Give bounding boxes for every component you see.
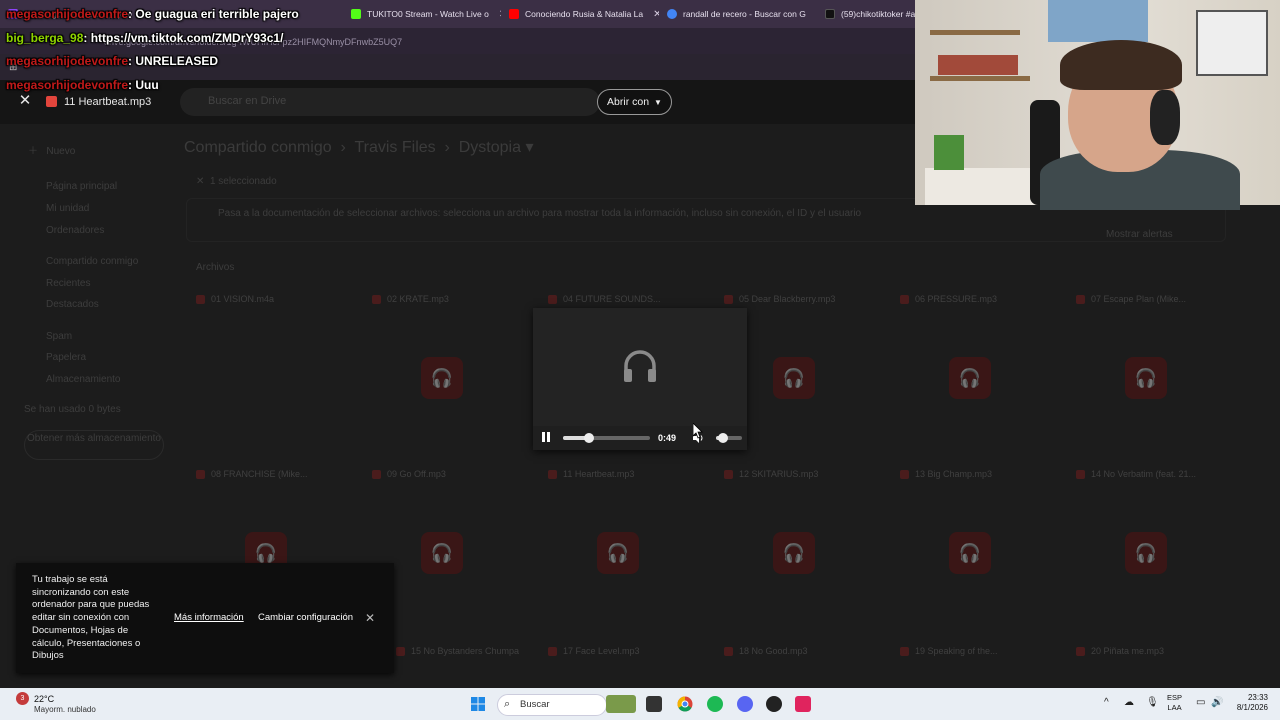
sidebar-item-spam: Spam: [46, 331, 73, 342]
volume-tray-icon[interactable]: 🔊: [1211, 697, 1223, 708]
audio-thumbnail-icon: 🎧: [1125, 357, 1167, 399]
poster: [1048, 0, 1148, 42]
audio-thumbnail-icon: 🎧: [421, 532, 463, 574]
tray-overflow-icon[interactable]: ^: [1104, 697, 1109, 708]
get-storage-button: Obtener más almacenamiento: [24, 430, 164, 460]
search-highlight-icon[interactable]: [606, 695, 636, 713]
audio-thumbnail-icon: 🎧: [597, 532, 639, 574]
new-button: ＋ Nuevo: [28, 146, 76, 157]
file-item: 15 No Bystanders Chumpa: [396, 640, 546, 662]
chat-message: big_berga_98: https://vm.tiktok.com/ZMDr…: [6, 31, 284, 45]
sidebar-item-storage: Almacenamiento: [46, 374, 121, 385]
browser-tab[interactable]: Conociendo Rusia & Natalia La ✕: [501, 0, 659, 28]
chrome-icon[interactable]: [677, 696, 693, 712]
weather-icon[interactable]: 3: [16, 692, 29, 705]
file-item: 01 VISION.m4a: [196, 288, 346, 310]
audio-thumbnail-icon: 🎧: [949, 532, 991, 574]
caret-down-icon: ▼: [654, 97, 662, 107]
browser-tab[interactable]: (59)chikotiktoker #an: [817, 0, 915, 28]
kick-icon: [351, 9, 361, 19]
display-icon[interactable]: ▭: [1196, 697, 1205, 708]
change-settings-button[interactable]: Cambiar configuración: [258, 612, 353, 623]
browser-tab[interactable]: TUKITO0 Stream - Watch Live o✕: [343, 0, 501, 28]
sidebar-item-starred: Destacados: [46, 299, 99, 310]
mouse-cursor-icon: [693, 423, 703, 439]
person-hair: [1060, 40, 1182, 90]
microphone-icon[interactable]: 🎙: [1146, 697, 1159, 708]
spotify-icon[interactable]: [707, 696, 723, 712]
file-item: 14 No Verbatim (feat. 21...: [1076, 463, 1226, 485]
drawing-frame: [1196, 10, 1268, 76]
file-item: 06 PRESSURE.mp3: [900, 288, 1050, 310]
obs-icon[interactable]: [766, 696, 782, 712]
viewer-filename: 11 Heartbeat.mp3: [64, 96, 152, 108]
sidebar-item-trash: Papelera: [46, 352, 87, 363]
file-item: 19 Speaking of the...: [900, 640, 1050, 662]
cloud-icon[interactable]: ☁: [1124, 697, 1134, 708]
weather-temperature[interactable]: 22°C: [34, 694, 54, 704]
sidebar-item-recent: Recientes: [46, 278, 91, 289]
windows-taskbar: [0, 688, 1280, 720]
file-item: 02 KRATE.mp3: [372, 288, 522, 310]
file-item: 13 Big Champ.mp3: [900, 463, 1050, 485]
file-item: 20 Piñata me.mp3: [1076, 640, 1226, 662]
chat-message: megasorhijodevonfre: Uuu: [6, 78, 159, 92]
file-item: 04 FUTURE SOUNDS...: [548, 288, 698, 310]
snackbar-message: Tu trabajo se está sincronizando con est…: [32, 574, 150, 662]
browser-tab[interactable]: randall de recero - Buscar con G✕: [659, 0, 817, 28]
audio-file-icon: [46, 96, 57, 107]
creeper-figure: [934, 135, 964, 170]
google-icon: [667, 9, 677, 19]
breadcrumb: Compartido conmigo › Travis Files › Dyst…: [184, 139, 534, 156]
file-item: 18 No Good.mp3: [724, 640, 874, 662]
notice-action: Mostrar alertas: [1106, 229, 1173, 240]
desk: [925, 168, 1035, 205]
windows-start-icon[interactable]: [470, 696, 486, 712]
audio-thumbnail-icon: 🎧: [1125, 532, 1167, 574]
close-viewer-icon[interactable]: ✕: [17, 93, 33, 109]
file-item: 12 SKITARIUS.mp3: [724, 463, 874, 485]
language-indicator[interactable]: ESP LAA: [1167, 693, 1182, 713]
storage-used: Se han usado 0 bytes: [24, 404, 121, 415]
close-snackbar-icon[interactable]: ✕: [365, 611, 375, 625]
search-icon: ⌕: [504, 698, 511, 710]
more-info-link[interactable]: Más información: [174, 612, 244, 623]
drive-search-input: Buscar en Drive: [180, 88, 600, 116]
file-item: 05 Dear Blackberry.mp3: [724, 288, 874, 310]
tiktok-icon: [825, 9, 835, 19]
open-with-button[interactable]: Abrir con ▼: [597, 89, 672, 115]
pause-button[interactable]: [540, 431, 552, 444]
headphones-icon: [624, 350, 656, 382]
sidebar-item-home: Página principal: [46, 181, 118, 192]
file-item: 08 FRANCHISE (Mike...: [196, 463, 346, 485]
shelf-items: [938, 55, 1018, 75]
file-explorer-icon[interactable]: [646, 696, 662, 712]
discord-icon[interactable]: [737, 696, 753, 712]
sidebar-item-computers: Ordenadores: [46, 225, 105, 236]
audio-thumbnail-icon: 🎧: [949, 357, 991, 399]
file-item: 09 Go Off.mp3: [372, 463, 522, 485]
elapsed-time: 0:49: [658, 433, 677, 443]
audio-thumbnail-icon: 🎧: [773, 357, 815, 399]
shelf: [930, 76, 1030, 81]
youtube-icon: [509, 9, 519, 19]
chat-message: megasorhijodevonfre: UNRELEASED: [6, 54, 219, 68]
tiktok-app-icon[interactable]: [795, 696, 811, 712]
shelf: [930, 30, 1020, 35]
chat-message: megasorhijodevonfre: Oe guagua eri terri…: [6, 7, 299, 21]
notice-text: Pasa a la documentación de seleccionar a…: [218, 208, 862, 219]
headset: [1150, 90, 1180, 145]
audio-thumbnail-icon: 🎧: [773, 532, 815, 574]
taskbar-search[interactable]: ⌕ Buscar: [497, 694, 607, 716]
weather-description[interactable]: Mayorm. nublado: [34, 705, 96, 714]
section-label: Archivos: [196, 262, 235, 273]
file-item: 11 Heartbeat.mp3: [548, 463, 698, 485]
audio-thumbnail-icon: 🎧: [421, 357, 463, 399]
selection-toolbar: ✕ 1 seleccionado: [196, 176, 277, 187]
file-item: 07 Escape Plan (Mike...: [1076, 288, 1226, 310]
sidebar-item-shared: Compartido conmigo: [46, 256, 139, 267]
sidebar-item-my-drive: Mi unidad: [46, 203, 90, 214]
system-clock[interactable]: 23:33 8/1/2026: [1228, 693, 1268, 713]
file-item: 17 Face Level.mp3: [548, 640, 698, 662]
